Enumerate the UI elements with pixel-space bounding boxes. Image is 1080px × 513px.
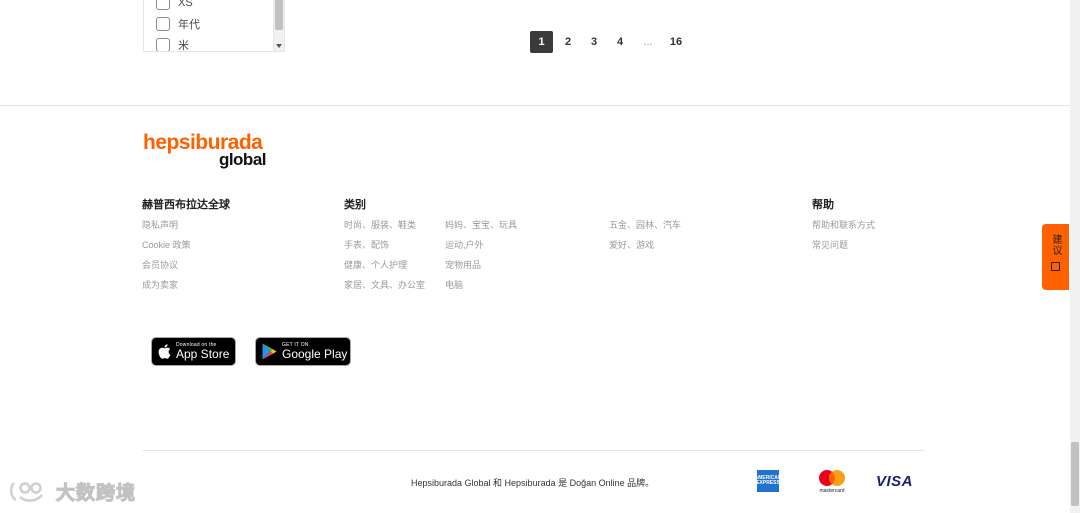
apple-icon [158,344,171,359]
footer-link-mom-baby[interactable]: 妈妈、宝宝、玩具 [445,219,517,239]
watermark: 大数跨境 [8,478,136,505]
page-scrollbar[interactable] [1070,0,1080,513]
app-store-text: Download on the App Store [176,342,229,361]
page-button-2[interactable]: 2 [557,31,579,53]
pagination: 1 2 3 4 ... 16 [530,31,691,53]
page-button-4[interactable]: 4 [609,31,631,53]
mastercard-logo-text: mastercard [819,488,845,494]
google-play-big-label: Google Play [282,347,348,361]
scroll-down-arrow-icon[interactable] [276,44,282,48]
footer-link-hardware[interactable]: 五金、园林、汽车 [609,219,681,239]
footer-list-categories-1: 时尚、服装、鞋类 手表、配饰 健康、个人护理 家居、文具、办公室 [344,219,425,299]
checkbox[interactable] [156,37,170,51]
amex-logo: AMERICAN EXPRESS [754,470,782,492]
visa-logo: VISA [876,473,914,490]
page-button-16[interactable]: 16 [665,31,687,53]
page-ellipsis: ... [643,36,653,48]
app-store-button[interactable]: Download on the App Store [151,337,236,366]
filter-label: 米 [178,39,189,52]
footer-link-privacy[interactable]: 隐私声明 [142,219,191,239]
footer-link-watches[interactable]: 手表、配饰 [344,239,425,259]
footer-list-help: 帮助和联系方式 常见问题 [812,219,875,259]
google-play-icon [262,343,277,360]
amex-logo-text: AMERICAN EXPRESS [754,475,782,486]
page-button-3[interactable]: 3 [583,31,605,53]
filter-item[interactable]: 米 [144,34,262,52]
copyright-text: Hepsiburada Global 和 Hepsiburada 是 Doğan… [411,478,655,488]
page-button-1[interactable]: 1 [530,31,553,53]
footer-column-title-global: 赫普西布拉达全球 [142,199,230,211]
footer-column-title-help: 帮助 [812,199,834,211]
checkbox[interactable] [156,0,170,10]
feedback-tab[interactable]: 建议 [1042,224,1069,290]
google-play-button[interactable]: GET IT ON Google Play [255,337,351,366]
mastercard-circles-icon [819,470,845,486]
footer-link-fashion[interactable]: 时尚、服装、鞋类 [344,219,425,239]
footer-link-cookie[interactable]: Cookie 政策 [142,239,191,259]
footer-list-categories-3: 五金、园林、汽车 爱好、游戏 [609,219,681,259]
page-scrollbar-thumb[interactable] [1071,442,1079,506]
footer-link-computers[interactable]: 电脑 [445,279,517,299]
scrollbar-thumb[interactable] [275,0,283,30]
filter-list: XS 年代 米 [144,0,262,52]
mastercard-logo: mastercard [815,469,849,495]
logo-sub-text: global [218,150,267,169]
hepsiburada-global-logo[interactable]: hepsiburada global [143,131,268,171]
google-play-text: GET IT ON Google Play [282,342,347,361]
footer-list-categories-2: 妈妈、宝宝、玩具 运动,户外 宠物用品 电脑 [445,219,517,299]
footer-link-faq[interactable]: 常见问题 [812,239,875,259]
footer-link-pets[interactable]: 宠物用品 [445,259,517,279]
footer-bottom-divider [143,450,924,451]
filter-scrollbar[interactable] [273,0,284,51]
filter-item[interactable]: XS [144,0,262,13]
footer-link-home[interactable]: 家居、文具、办公室 [344,279,425,299]
feedback-label: 建议 [1050,234,1061,256]
filter-label: XS [178,0,193,9]
size-filter-box: XS 年代 米 [143,0,285,52]
footer-link-sports[interactable]: 运动,户外 [445,239,517,259]
footer-link-health[interactable]: 健康、个人护理 [344,259,425,279]
watermark-logo-icon [10,481,43,502]
footer-link-membership[interactable]: 会员协议 [142,259,191,279]
app-store-big-label: App Store [176,347,230,361]
filter-label: 年代 [178,18,200,31]
footer-column-title-categories: 类别 [344,199,366,211]
footer-divider [0,105,1070,106]
feedback-icon [1051,262,1060,271]
footer-list-global: 隐私声明 Cookie 政策 会员协议 成为卖家 [142,219,191,299]
checkbox[interactable] [156,16,170,31]
footer-link-hobbies[interactable]: 爱好、游戏 [609,239,681,259]
filter-item[interactable]: 年代 [144,13,262,34]
footer-link-help-contact[interactable]: 帮助和联系方式 [812,219,875,239]
watermark-text: 大数跨境 [55,483,137,505]
footer-link-become-seller[interactable]: 成为卖家 [142,279,191,299]
